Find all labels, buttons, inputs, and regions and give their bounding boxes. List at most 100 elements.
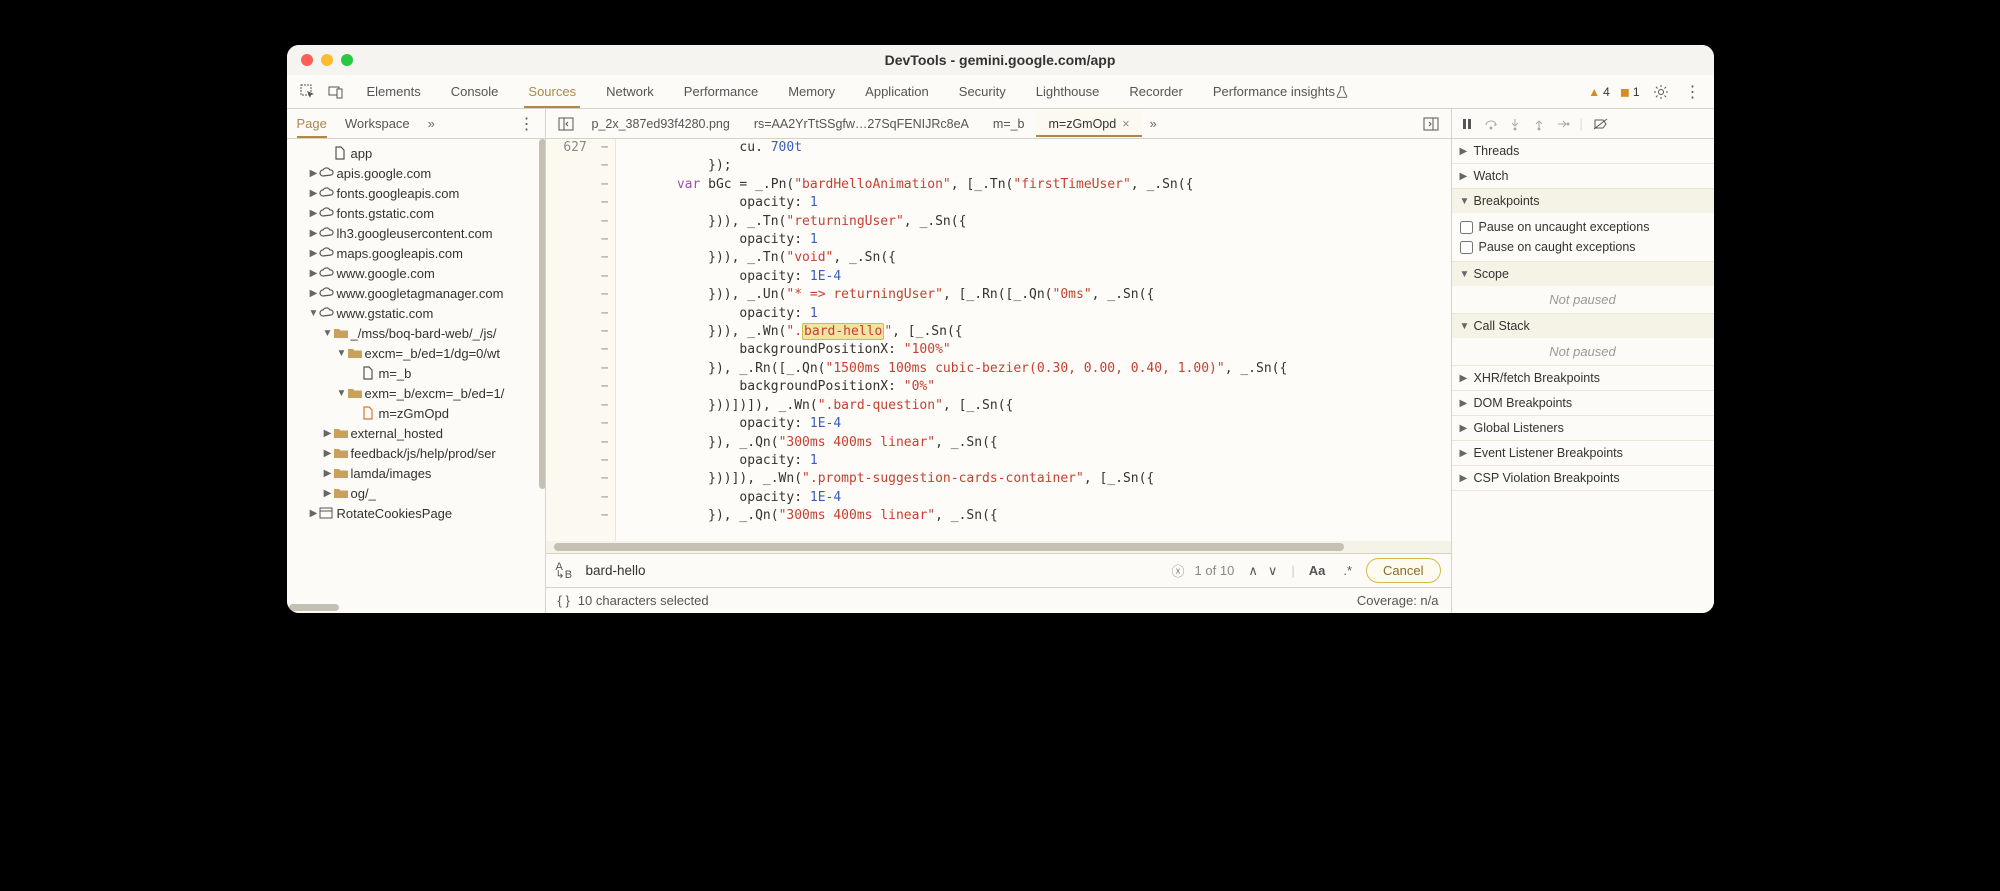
step-out-icon[interactable] bbox=[1532, 117, 1546, 131]
file-tab[interactable]: rs=AA2YrTtSSgfw…27SqFENIJRc8eA bbox=[742, 111, 981, 137]
tree-item[interactable]: ▶og/_ bbox=[287, 483, 545, 503]
panel-tab-performance-insights[interactable]: Performance insights bbox=[1209, 76, 1339, 107]
tree-item[interactable]: ▶RotateCookiesPage bbox=[287, 503, 545, 523]
panel-tab-network[interactable]: Network bbox=[602, 76, 658, 107]
panel-tab-security[interactable]: Security bbox=[955, 76, 1010, 107]
find-prev-icon[interactable]: ∧ bbox=[1244, 561, 1262, 581]
tree-item[interactable]: ▶apis.google.com bbox=[287, 163, 545, 183]
cancel-button[interactable]: Cancel bbox=[1366, 558, 1440, 583]
toggle-navigator-icon[interactable] bbox=[554, 116, 578, 132]
navigator-menu-icon[interactable]: ⋮ bbox=[519, 114, 535, 134]
more-icon[interactable]: ⋮ bbox=[1682, 81, 1704, 103]
tree-item[interactable]: ▶maps.googleapis.com bbox=[287, 243, 545, 263]
panel-tab-console[interactable]: Console bbox=[447, 76, 503, 107]
more-tabs-icon[interactable]: » bbox=[428, 116, 435, 131]
panel-tab-memory[interactable]: Memory bbox=[784, 76, 839, 107]
debug-toolbar: | bbox=[1452, 109, 1714, 139]
global-listeners-section[interactable]: ▶Global Listeners bbox=[1452, 416, 1714, 440]
tree-item[interactable]: ▶fonts.googleapis.com bbox=[287, 183, 545, 203]
main-area: Page Workspace » ⋮ app▶apis.google.com▶f… bbox=[287, 109, 1714, 613]
find-next-icon[interactable]: ∨ bbox=[1264, 561, 1282, 581]
pause-uncaught-checkbox[interactable]: Pause on uncaught exceptions bbox=[1460, 217, 1706, 237]
issues-badge[interactable]: ◼ 1 bbox=[1620, 85, 1640, 99]
step-into-icon[interactable] bbox=[1508, 117, 1522, 131]
settings-icon[interactable] bbox=[1650, 81, 1672, 103]
find-count: 1 of 10 bbox=[1195, 563, 1235, 578]
tree-item[interactable]: ▼excm=_b/ed=1/dg=0/wt bbox=[287, 343, 545, 363]
sidebar-hscrollbar[interactable] bbox=[289, 604, 339, 611]
tree-item[interactable]: ▶feedback/js/help/prod/ser bbox=[287, 443, 545, 463]
coverage-status: Coverage: n/a bbox=[1357, 593, 1439, 608]
hscroll-thumb[interactable] bbox=[554, 543, 1344, 551]
sidebar-scrollbar[interactable] bbox=[539, 139, 545, 489]
gutter: 627 −−−−−−−−−−−−−−−−−−−−− bbox=[546, 139, 616, 541]
minimize-window-button[interactable] bbox=[321, 54, 333, 66]
threads-section[interactable]: ▶Threads bbox=[1452, 139, 1714, 163]
step-icon[interactable] bbox=[1556, 117, 1570, 131]
find-replace-icon[interactable]: A↳B bbox=[556, 563, 576, 579]
xhr-breakpoints-section[interactable]: ▶XHR/fetch Breakpoints bbox=[1452, 366, 1714, 390]
titlebar: DevTools - gemini.google.com/app bbox=[287, 45, 1714, 75]
tree-item[interactable]: ▼www.gstatic.com bbox=[287, 303, 545, 323]
braces-icon[interactable]: { } bbox=[558, 593, 570, 608]
tree-item[interactable]: ▼exm=_b/excm=_b/ed=1/ bbox=[287, 383, 545, 403]
find-input[interactable] bbox=[586, 559, 1162, 583]
navigator-tabs: Page Workspace » ⋮ bbox=[287, 109, 545, 139]
workspace-tab[interactable]: Workspace bbox=[345, 116, 410, 131]
warnings-badge[interactable]: ▲ 4 bbox=[1588, 85, 1610, 99]
panel-tab-performance[interactable]: Performance bbox=[680, 76, 762, 107]
file-tab[interactable]: m=_b bbox=[981, 111, 1037, 137]
status-bar: { } 10 characters selected Coverage: n/a bbox=[546, 587, 1451, 613]
close-tab-icon[interactable]: × bbox=[1122, 117, 1129, 131]
devtools-window: DevTools - gemini.google.com/app Element… bbox=[287, 45, 1714, 613]
pause-caught-checkbox[interactable]: Pause on caught exceptions bbox=[1460, 237, 1706, 257]
panel-tab-application[interactable]: Application bbox=[861, 76, 933, 107]
step-over-icon[interactable] bbox=[1484, 117, 1498, 131]
device-toolbar-icon[interactable] bbox=[325, 81, 347, 103]
csp-breakpoints-section[interactable]: ▶CSP Violation Breakpoints bbox=[1452, 466, 1714, 490]
tree-item[interactable]: ▶lamda/images bbox=[287, 463, 545, 483]
scope-not-paused: Not paused bbox=[1452, 286, 1714, 313]
regex-toggle[interactable]: .* bbox=[1339, 561, 1356, 580]
pause-icon[interactable] bbox=[1460, 117, 1474, 131]
tree-item[interactable]: ▼_/mss/boq-bard-web/_/js/ bbox=[287, 323, 545, 343]
file-tab[interactable]: m=zGmOpd× bbox=[1036, 111, 1141, 137]
clear-find-icon[interactable]: ⓧ bbox=[1172, 561, 1185, 580]
warning-icon: ▲ bbox=[1588, 85, 1600, 99]
selection-status: 10 characters selected bbox=[578, 593, 709, 608]
tree-item[interactable]: m=zGmOpd bbox=[287, 403, 545, 423]
tree-item[interactable]: ▶external_hosted bbox=[287, 423, 545, 443]
panel-tab-recorder[interactable]: Recorder bbox=[1125, 76, 1186, 107]
tree-item[interactable]: m=_b bbox=[287, 363, 545, 383]
file-tabs: p_2x_387ed93f4280.pngrs=AA2YrTtSSgfw…27S… bbox=[546, 109, 1451, 139]
code-editor[interactable]: 627 −−−−−−−−−−−−−−−−−−−−− cu. 700t }); v… bbox=[546, 139, 1451, 541]
tree-item[interactable]: app bbox=[287, 143, 545, 163]
scope-section[interactable]: ▼Scope bbox=[1452, 262, 1714, 286]
panel-tabs: Elements Console Sources Network Performance… bbox=[363, 76, 1339, 107]
file-tree[interactable]: app▶apis.google.com▶fonts.googleapis.com… bbox=[287, 139, 545, 613]
tree-item[interactable]: ▶lh3.googleusercontent.com bbox=[287, 223, 545, 243]
close-window-button[interactable] bbox=[301, 54, 313, 66]
toggle-debugger-icon[interactable] bbox=[1419, 116, 1443, 132]
tree-item[interactable]: ▶www.googletagmanager.com bbox=[287, 283, 545, 303]
panel-tab-elements[interactable]: Elements bbox=[363, 76, 425, 107]
match-case-toggle[interactable]: Aa bbox=[1305, 561, 1330, 580]
more-file-tabs-icon[interactable]: » bbox=[1150, 116, 1157, 131]
page-tab[interactable]: Page bbox=[297, 116, 327, 138]
panel-tab-sources[interactable]: Sources bbox=[524, 76, 580, 107]
tree-item[interactable]: ▶www.google.com bbox=[287, 263, 545, 283]
zoom-window-button[interactable] bbox=[341, 54, 353, 66]
file-tab[interactable]: p_2x_387ed93f4280.png bbox=[580, 111, 742, 137]
window-title: DevTools - gemini.google.com/app bbox=[885, 52, 1116, 68]
callstack-section[interactable]: ▼Call Stack bbox=[1452, 314, 1714, 338]
inspect-element-icon[interactable] bbox=[297, 81, 319, 103]
editor-hscrollbar[interactable] bbox=[546, 541, 1451, 553]
tree-item[interactable]: ▶fonts.gstatic.com bbox=[287, 203, 545, 223]
issue-icon: ◼ bbox=[1620, 85, 1630, 99]
dom-breakpoints-section[interactable]: ▶DOM Breakpoints bbox=[1452, 391, 1714, 415]
breakpoints-section[interactable]: ▼Breakpoints bbox=[1452, 189, 1714, 213]
event-listener-breakpoints-section[interactable]: ▶Event Listener Breakpoints bbox=[1452, 441, 1714, 465]
panel-tab-lighthouse[interactable]: Lighthouse bbox=[1032, 76, 1104, 107]
watch-section[interactable]: ▶Watch bbox=[1452, 164, 1714, 188]
deactivate-breakpoints-icon[interactable] bbox=[1593, 117, 1609, 131]
